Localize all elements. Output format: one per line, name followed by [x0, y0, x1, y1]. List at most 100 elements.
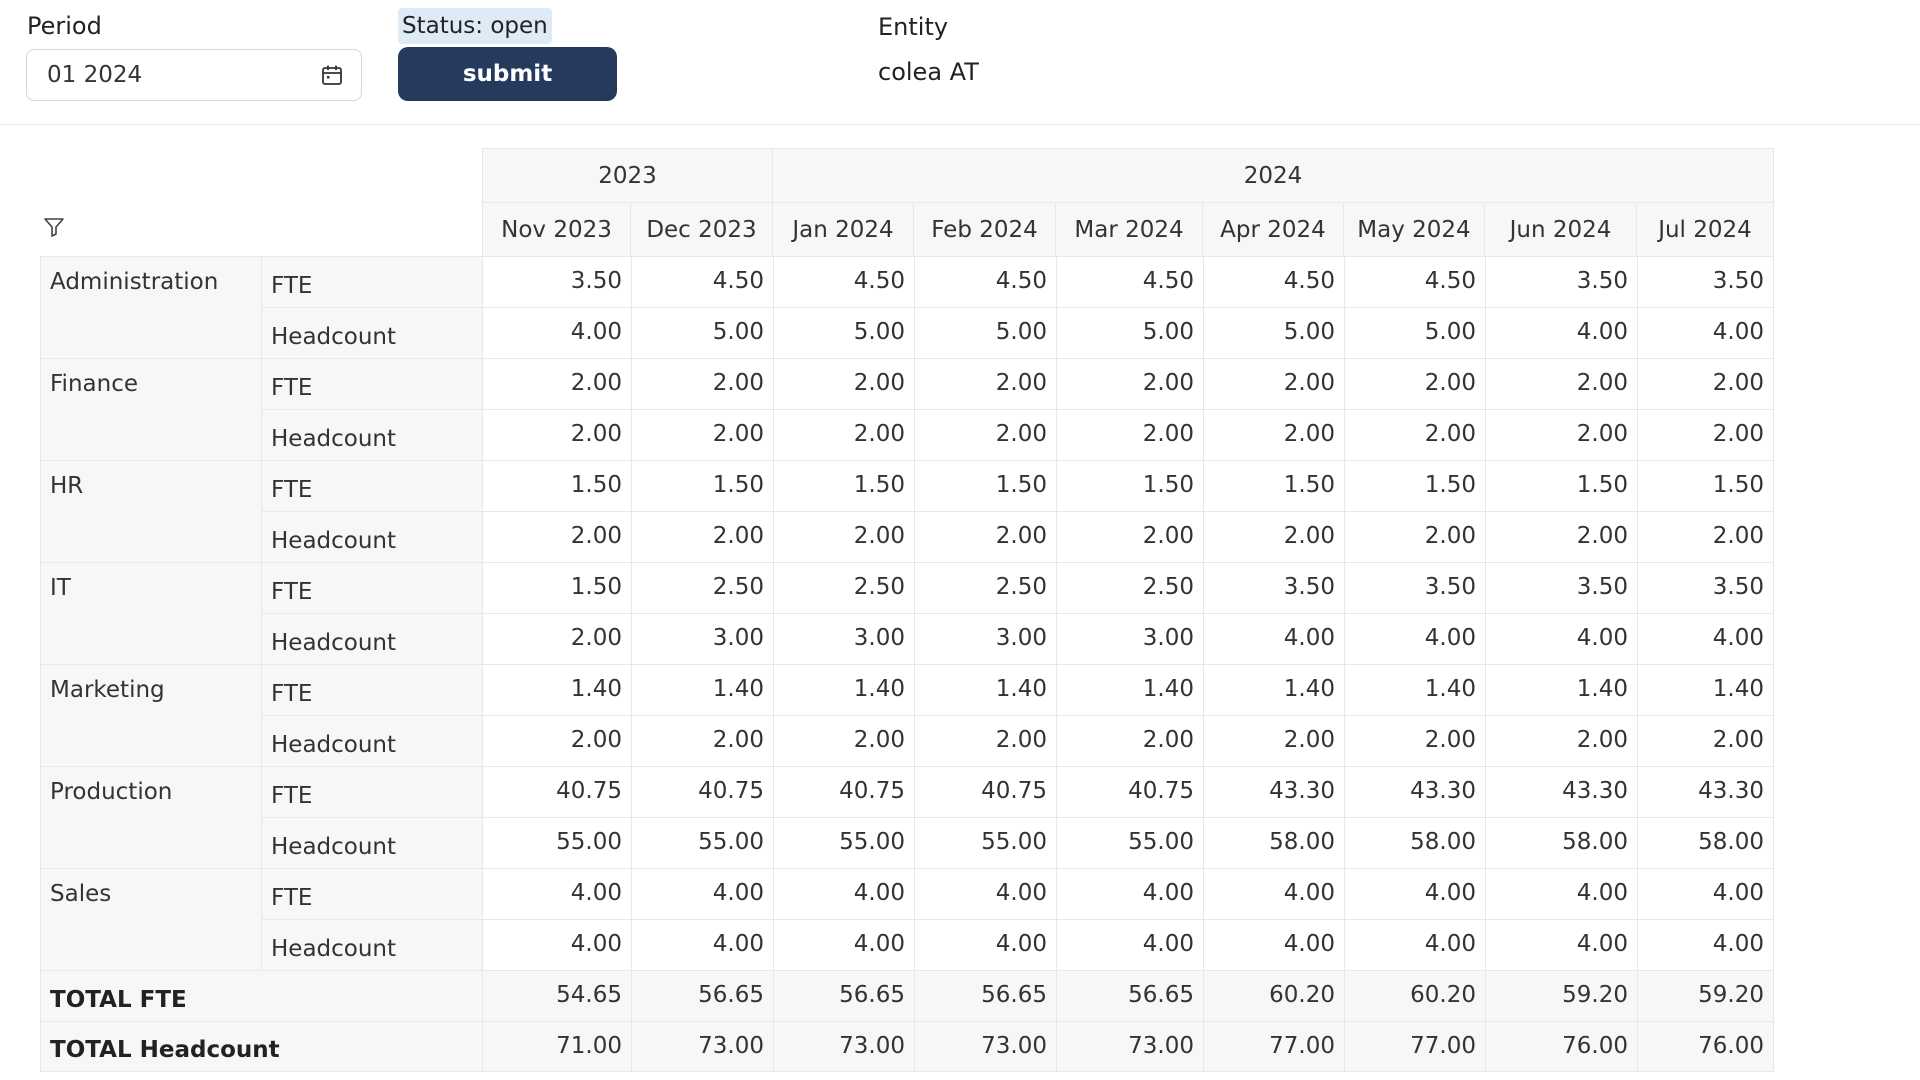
value-cell: 2.00	[1344, 715, 1485, 766]
value-cell: 4.00	[914, 919, 1056, 970]
value-cell: 3.50	[1485, 562, 1637, 613]
value-cell: 1.40	[631, 664, 773, 715]
table-row: Headcount 55.00 55.00 55.00 55.00 55.00 58.00 5…	[40, 817, 1774, 868]
month-header: Jan 2024	[773, 202, 914, 256]
period-input[interactable]: 01 2024	[26, 49, 362, 101]
value-cell: 2.00	[482, 358, 631, 409]
value-cell: 4.00	[1056, 919, 1203, 970]
metric-name: FTE	[261, 868, 482, 919]
value-cell: 5.00	[1344, 307, 1485, 358]
value-cell: 1.40	[1056, 664, 1203, 715]
value-cell: 2.00	[482, 409, 631, 460]
total-value-cell: 54.65	[482, 970, 631, 1021]
value-cell: 1.40	[1203, 664, 1344, 715]
value-cell: 5.00	[1203, 307, 1344, 358]
value-cell: 2.00	[1203, 715, 1344, 766]
value-cell: 1.50	[1056, 460, 1203, 511]
value-cell: 2.00	[1485, 358, 1637, 409]
value-cell: 5.00	[914, 307, 1056, 358]
value-cell: 2.50	[1056, 562, 1203, 613]
value-cell: 2.00	[914, 358, 1056, 409]
value-cell: 2.00	[1056, 715, 1203, 766]
table-row: Headcount 2.00 2.00 2.00 2.00 2.00 2.00 2.00 2.0…	[40, 715, 1774, 766]
value-cell: 4.00	[482, 307, 631, 358]
metric-name: Headcount	[261, 307, 482, 358]
value-cell: 3.00	[631, 613, 773, 664]
value-cell: 3.00	[914, 613, 1056, 664]
submit-button[interactable]: submit	[398, 47, 617, 101]
table-row: Headcount 2.00 2.00 2.00 2.00 2.00 2.00 2.00 2.0…	[40, 409, 1774, 460]
total-value-cell: 59.20	[1637, 970, 1774, 1021]
value-cell: 4.00	[1203, 868, 1344, 919]
value-cell: 3.50	[1485, 256, 1637, 307]
value-cell: 4.00	[1637, 919, 1774, 970]
value-cell: 3.50	[1203, 562, 1344, 613]
value-cell: 2.50	[914, 562, 1056, 613]
entity-value: colea AT	[878, 58, 979, 86]
value-cell: 4.00	[1637, 307, 1774, 358]
metric-name: FTE	[261, 562, 482, 613]
month-header: Feb 2024	[914, 202, 1056, 256]
total-label: TOTAL Headcount	[40, 1021, 482, 1072]
entity-label: Entity	[878, 13, 949, 41]
period-value[interactable]: 01 2024	[47, 62, 142, 88]
table-row: Marketing FTE 1.40 1.40 1.40 1.40 1.40 1.40 1.40…	[40, 664, 1774, 766]
total-value-cell: 59.20	[1485, 970, 1637, 1021]
value-cell: 2.00	[773, 511, 914, 562]
value-cell: 2.00	[1637, 358, 1774, 409]
value-cell: 2.00	[773, 358, 914, 409]
value-cell: 43.30	[1485, 766, 1637, 817]
value-cell: 55.00	[773, 817, 914, 868]
value-cell: 1.40	[482, 664, 631, 715]
total-value-cell: 56.65	[631, 970, 773, 1021]
value-cell: 2.00	[1056, 358, 1203, 409]
value-cell: 2.00	[631, 409, 773, 460]
metric-name: FTE	[261, 664, 482, 715]
value-cell: 1.50	[631, 460, 773, 511]
metric-name: FTE	[261, 358, 482, 409]
value-cell: 58.00	[1637, 817, 1774, 868]
value-cell: 55.00	[914, 817, 1056, 868]
value-cell: 3.50	[1637, 256, 1774, 307]
table-row: Sales FTE 4.00 4.00 4.00 4.00 4.00 4.00 4.00 4.00…	[40, 868, 1774, 970]
calendar-icon[interactable]	[321, 64, 343, 86]
value-cell: 2.00	[1637, 715, 1774, 766]
value-cell: 58.00	[1485, 817, 1637, 868]
metric-name: Headcount	[261, 511, 482, 562]
value-cell: 1.40	[1485, 664, 1637, 715]
value-cell: 2.00	[1344, 511, 1485, 562]
value-cell: 40.75	[631, 766, 773, 817]
period-label: Period	[27, 12, 102, 40]
value-cell: 3.00	[773, 613, 914, 664]
value-cell: 55.00	[482, 817, 631, 868]
value-cell: 2.00	[1203, 409, 1344, 460]
year-header: 2023	[482, 148, 773, 202]
month-header: Jul 2024	[1637, 202, 1774, 256]
month-header: May 2024	[1344, 202, 1485, 256]
value-cell: 1.40	[914, 664, 1056, 715]
value-cell: 4.00	[1485, 919, 1637, 970]
value-cell: 2.00	[1637, 511, 1774, 562]
value-cell: 4.00	[1203, 613, 1344, 664]
value-cell: 2.00	[1344, 358, 1485, 409]
value-cell: 2.00	[773, 409, 914, 460]
value-cell: 58.00	[1203, 817, 1344, 868]
value-cell: 3.50	[1344, 562, 1485, 613]
total-value-cell: 76.00	[1485, 1021, 1637, 1072]
total-value-cell: 73.00	[773, 1021, 914, 1072]
value-cell: 4.00	[914, 868, 1056, 919]
value-cell: 55.00	[631, 817, 773, 868]
department-name: Marketing	[40, 664, 261, 766]
table-row: Headcount 4.00 4.00 4.00 4.00 4.00 4.00 4.00 4.0…	[40, 919, 1774, 970]
metric-name: Headcount	[261, 817, 482, 868]
value-cell: 58.00	[1344, 817, 1485, 868]
value-cell: 4.50	[773, 256, 914, 307]
value-cell: 4.00	[1485, 307, 1637, 358]
value-cell: 4.00	[1344, 868, 1485, 919]
value-cell: 2.00	[1344, 409, 1485, 460]
metric-name: FTE	[261, 460, 482, 511]
table-row: Headcount 2.00 3.00 3.00 3.00 3.00 4.00 4.00 4.0…	[40, 613, 1774, 664]
value-cell: 4.00	[1485, 868, 1637, 919]
value-cell: 2.00	[482, 613, 631, 664]
table-row: Finance FTE 2.00 2.00 2.00 2.00 2.00 2.00 2.00 2.…	[40, 358, 1774, 460]
